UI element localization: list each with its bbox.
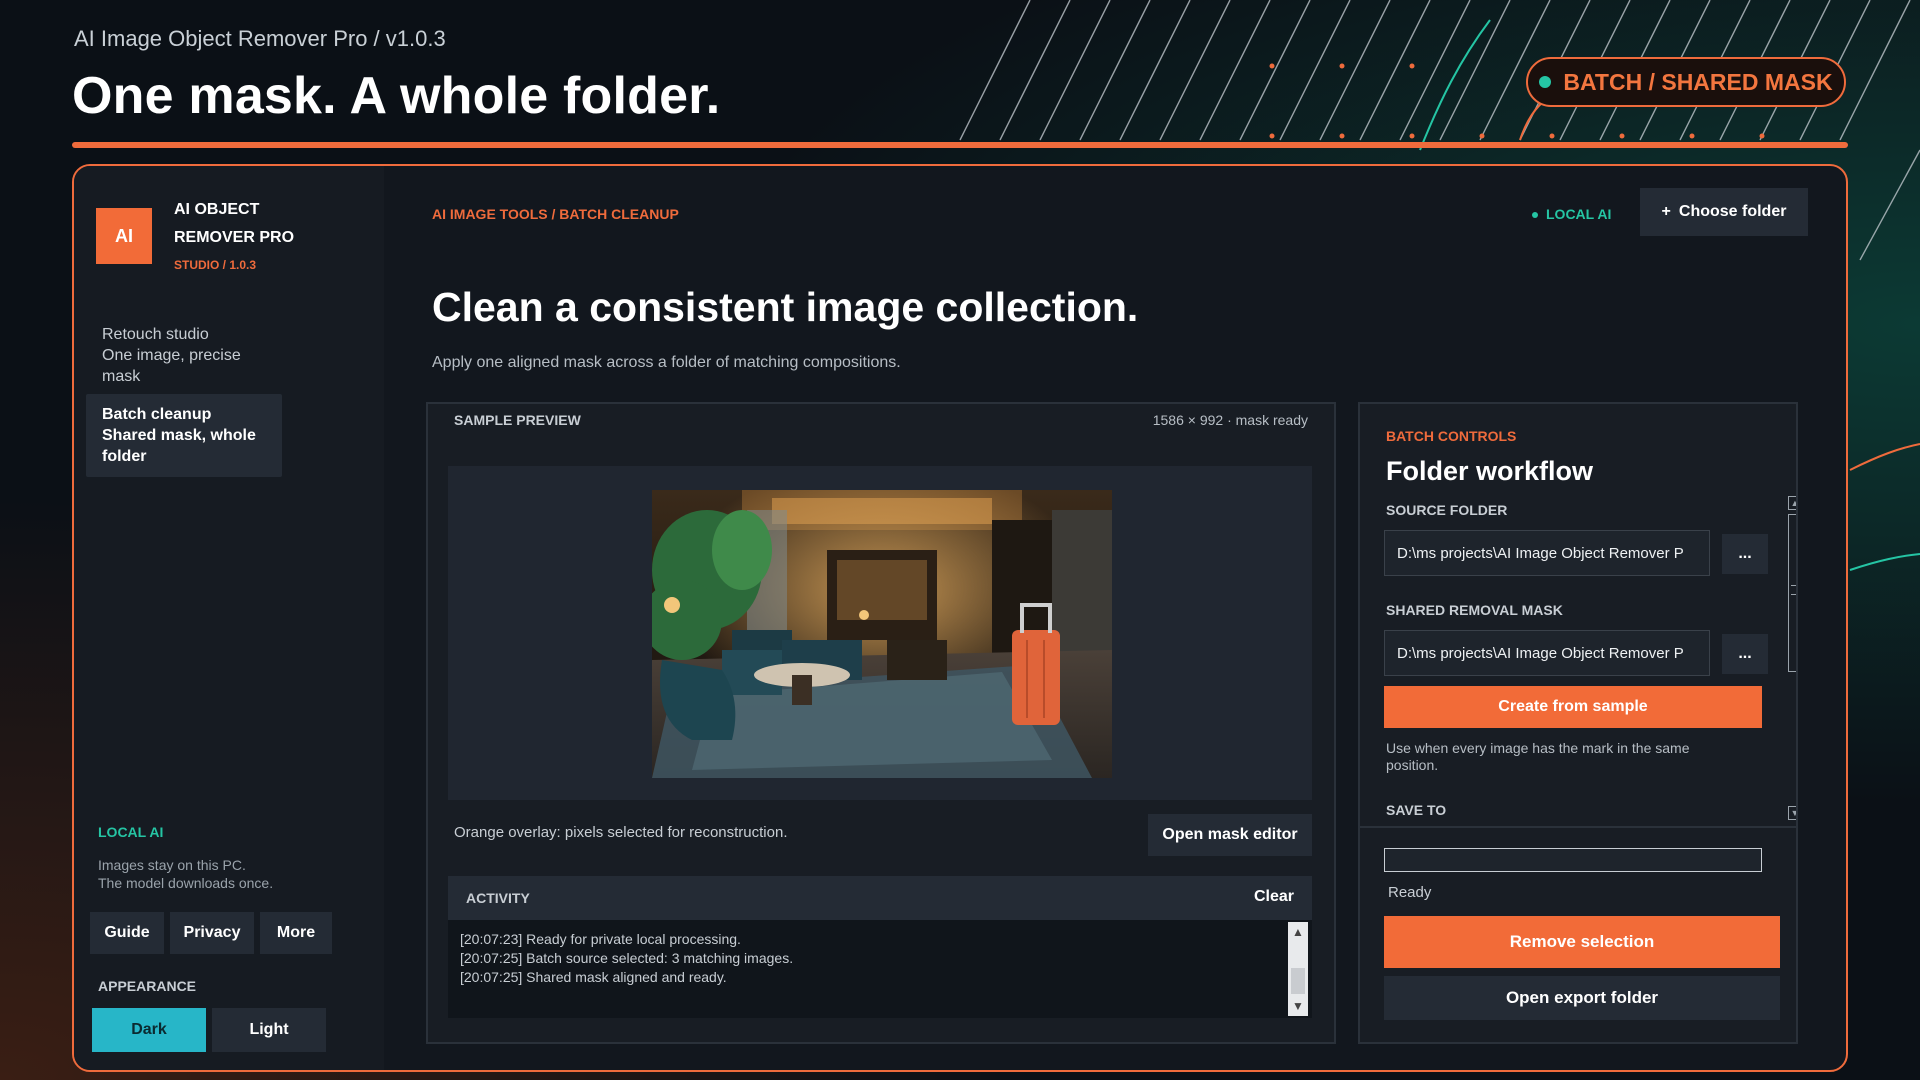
scroll-track[interactable] (1788, 514, 1796, 672)
more-button[interactable]: More (260, 912, 332, 954)
header-divider (72, 142, 1848, 148)
mode-badge: BATCH / SHARED MASK (1526, 57, 1846, 107)
controls-scrollbar[interactable]: ▲ ▼ (1788, 496, 1796, 820)
log-entry: [20:07:23] Ready for private local proce… (460, 931, 741, 947)
open-export-folder-button[interactable]: Open export folder (1384, 976, 1780, 1020)
log-entry: [20:07:25] Batch source selected: 3 matc… (460, 950, 794, 966)
choose-folder-button[interactable]: + Choose folder (1640, 188, 1808, 236)
app-logo: AI (96, 208, 152, 264)
batch-controls-panel: BATCH CONTROLS Folder workflow SOURCE FO… (1358, 402, 1798, 1044)
hotel-lobby-image (652, 490, 1112, 778)
log-entry: [20:07:25] Shared mask aligned and ready… (460, 969, 727, 985)
status-dot-icon (1539, 76, 1552, 88)
shared-mask-label: SHARED REMOVAL MASK (1386, 602, 1563, 618)
activity-log: [20:07:23] Ready for private local proce… (460, 930, 793, 987)
preview-meta: 1586 × 992 · mask ready (1152, 412, 1308, 428)
create-from-sample-note: Use when every image has the mark in the… (1386, 740, 1690, 773)
breadcrumb: AI IMAGE TOOLS / BATCH CLEANUP (432, 206, 679, 222)
mask-overlay-hint: Orange overlay: pixels selected for reco… (454, 824, 788, 841)
hero-title: One mask. A whole folder. (72, 67, 721, 125)
preview-stage (448, 466, 1312, 800)
sidebar: AI AI OBJECT REMOVER PRO STUDIO / 1.0.3 … (74, 166, 384, 1070)
brand-name: AI OBJECT REMOVER PRO (174, 201, 295, 246)
appearance-dark-option[interactable]: Dark (92, 1008, 206, 1052)
status-dot-icon (1532, 212, 1538, 219)
guide-button[interactable]: Guide (90, 912, 164, 954)
page-description: Apply one aligned mask across a folder o… (432, 354, 901, 371)
remove-selection-button[interactable]: Remove selection (1384, 916, 1780, 968)
scroll-thumb[interactable] (1291, 968, 1305, 994)
mode-badge-label: BATCH / SHARED MASK (1563, 68, 1833, 95)
status-text: Ready (1388, 884, 1432, 901)
local-ai-note: Images stay on this PC. The model downlo… (98, 857, 274, 891)
browse-source-button[interactable]: ... (1722, 534, 1768, 574)
plus-icon: + (1661, 203, 1671, 220)
local-ai-indicator: LOCAL AI (1532, 206, 1611, 222)
sidebar-item-sublabel: Shared mask, whole folder (102, 427, 256, 465)
app-window: AI AI OBJECT REMOVER PRO STUDIO / 1.0.3 … (72, 164, 1848, 1072)
activity-scrollbar[interactable]: ▲ ▼ (1288, 922, 1308, 1016)
activity-header: ACTIVITY Clear (448, 876, 1312, 920)
section-divider (1360, 826, 1796, 828)
sample-preview-panel: SAMPLE PREVIEW 1586 × 992 · mask ready O… (426, 402, 1336, 1044)
sidebar-item-sublabel: One image, precise mask (102, 347, 241, 385)
page-title: Clean a consistent image collection. (432, 284, 1139, 330)
scroll-up-icon[interactable]: ▲ (1288, 922, 1308, 942)
activity-log-panel: ACTIVITY Clear [20:07:23] Ready for priv… (448, 876, 1312, 1018)
save-to-label: SAVE TO (1386, 802, 1447, 818)
local-ai-title: LOCAL AI (98, 824, 164, 840)
sidebar-item-retouch-studio[interactable]: Retouch studio One image, precise mask (86, 314, 282, 397)
scroll-down-icon[interactable]: ▼ (1288, 996, 1308, 1016)
shared-mask-input[interactable] (1384, 630, 1710, 676)
sidebar-item-batch-cleanup[interactable]: Batch cleanup Shared mask, whole folder (86, 394, 282, 477)
clear-log-button[interactable]: Clear (1254, 888, 1294, 906)
sidebar-item-label: Retouch studio (102, 326, 209, 343)
privacy-button[interactable]: Privacy (170, 912, 254, 954)
source-folder-label: SOURCE FOLDER (1386, 502, 1508, 518)
progress-bar (1384, 848, 1762, 872)
open-mask-editor-button[interactable]: Open mask editor (1148, 814, 1312, 856)
choose-folder-label: Choose folder (1678, 203, 1787, 220)
local-ai-indicator-label: LOCAL AI (1546, 206, 1612, 222)
preview-label: SAMPLE PREVIEW (454, 412, 581, 428)
sidebar-item-label: Batch cleanup (102, 406, 212, 423)
brand-version: STUDIO / 1.0.3 (174, 258, 257, 272)
scroll-down-icon[interactable]: ▼ (1788, 806, 1796, 820)
app-subtitle: AI Image Object Remover Pro / v1.0.3 (74, 26, 446, 51)
appearance-label: APPEARANCE (98, 978, 197, 994)
scroll-up-icon[interactable]: ▲ (1788, 496, 1796, 510)
browse-mask-button[interactable]: ... (1722, 634, 1768, 674)
appearance-light-option[interactable]: Light (212, 1008, 326, 1052)
scroll-grip[interactable] (1791, 585, 1796, 595)
activity-label: ACTIVITY (466, 890, 530, 906)
source-folder-input[interactable] (1384, 530, 1710, 576)
sample-image[interactable] (652, 490, 1112, 778)
batch-controls-label: BATCH CONTROLS (1386, 428, 1517, 444)
create-from-sample-button[interactable]: Create from sample (1384, 686, 1762, 728)
folder-workflow-title: Folder workflow (1386, 456, 1594, 486)
